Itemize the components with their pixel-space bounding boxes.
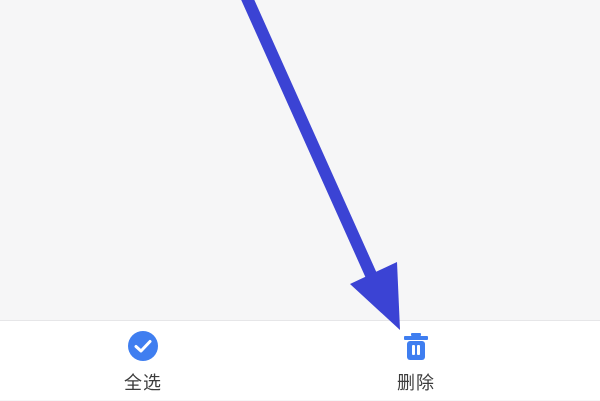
select-all-label: 全选 <box>124 373 162 394</box>
trash-icon <box>400 330 432 362</box>
content-area <box>0 0 600 320</box>
bottom-toolbar: 全选 删除 <box>0 320 600 400</box>
check-circle-icon <box>127 330 159 362</box>
delete-label: 删除 <box>397 373 435 394</box>
delete-button[interactable]: 删除 <box>356 321 476 401</box>
select-all-button[interactable]: 全选 <box>83 321 203 401</box>
